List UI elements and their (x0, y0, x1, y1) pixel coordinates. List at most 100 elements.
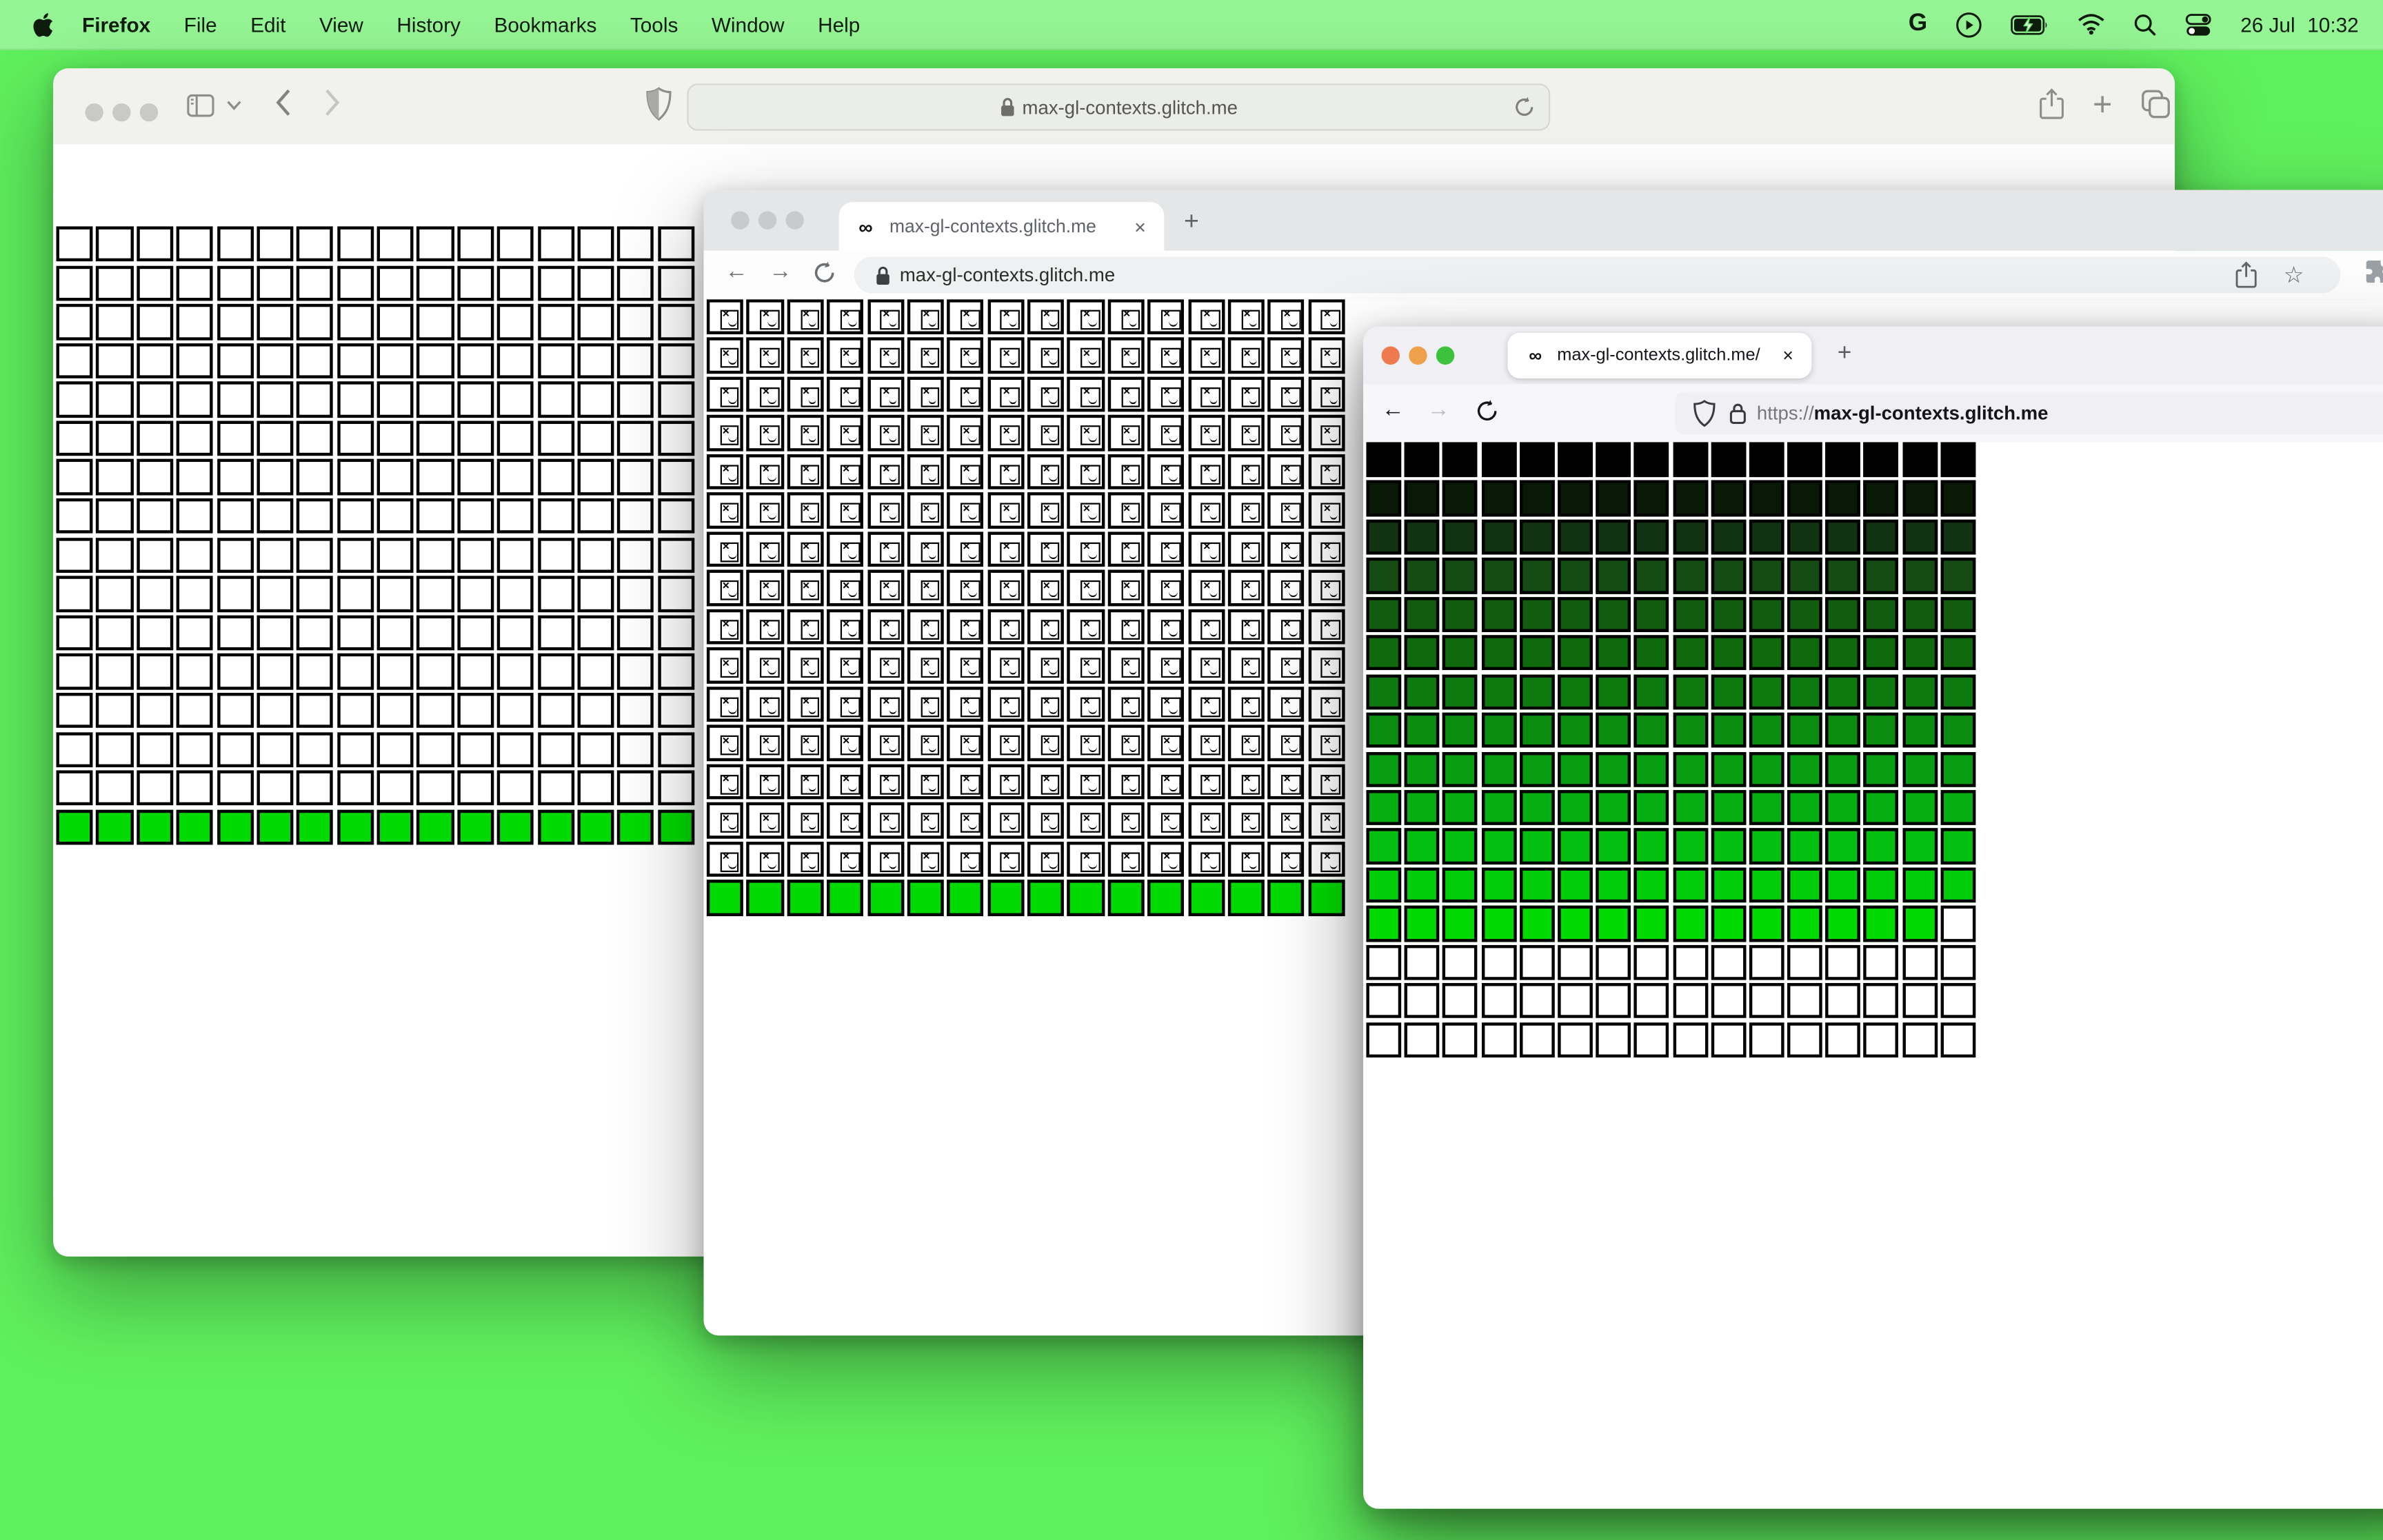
gl-cell (336, 304, 374, 340)
gl-cell (1596, 867, 1631, 903)
gl-cell (1825, 829, 1861, 864)
zoom-window-button[interactable] (785, 211, 804, 230)
menu-help[interactable]: Help (801, 13, 877, 36)
firefox-active-tab[interactable]: ∞ max-gl-contexts.glitch.me/ × (1507, 332, 1812, 378)
gl-cell: × (1147, 609, 1185, 645)
menu-edit[interactable]: Edit (234, 13, 303, 36)
gl-cell (1366, 480, 1402, 516)
back-button[interactable] (275, 88, 292, 117)
sidebar-toggle-icon[interactable] (187, 94, 214, 117)
menu-history[interactable]: History (380, 13, 477, 36)
gl-cell (56, 537, 93, 573)
control-center-icon[interactable] (2186, 13, 2211, 36)
close-window-button[interactable] (85, 103, 103, 122)
gl-cell (1825, 944, 1861, 980)
menu-file[interactable]: File (167, 13, 233, 36)
spotlight-search-icon[interactable] (2134, 13, 2157, 36)
gl-cell (1902, 983, 1938, 1019)
gl-cell (296, 304, 334, 340)
lock-icon[interactable] (1729, 403, 1746, 424)
gl-cell (217, 421, 254, 456)
gl-cell (1404, 442, 1440, 478)
bookmark-star-icon[interactable]: ☆ (2284, 261, 2304, 288)
gl-cell: × (907, 841, 944, 877)
back-button[interactable]: ← (1382, 396, 1405, 422)
chrome-active-tab[interactable]: ∞ max-gl-contexts.glitch.me × (838, 202, 1165, 251)
gl-cell (657, 498, 694, 534)
minimize-window-button[interactable] (112, 103, 131, 122)
gl-cell (1940, 829, 1975, 864)
menu-tools[interactable]: Tools (614, 13, 695, 36)
broken-image-icon: × (840, 811, 860, 833)
firefox-url-field[interactable]: https://max-gl-contexts.glitch.me (1674, 392, 2383, 435)
menu-window[interactable]: Window (695, 13, 801, 36)
gl-cell: × (947, 415, 985, 452)
gl-cell (56, 459, 93, 496)
forward-button[interactable] (323, 88, 340, 117)
broken-image-icon: × (1241, 733, 1260, 756)
broken-image-icon: × (800, 578, 820, 601)
extensions-puzzle-icon[interactable] (2365, 259, 2383, 284)
back-button[interactable]: ← (725, 259, 747, 284)
gl-cell (416, 498, 454, 534)
tracking-shield-icon[interactable] (1693, 400, 1716, 427)
play-status-icon[interactable] (1956, 11, 1982, 37)
share-icon[interactable] (2040, 88, 2064, 120)
gl-cell (1404, 867, 1440, 903)
share-icon[interactable] (2235, 261, 2256, 289)
gl-cell (1442, 596, 1478, 633)
minimize-window-button[interactable] (758, 211, 777, 230)
new-tab-plus-icon[interactable]: + (2093, 88, 2112, 121)
tab-close-icon[interactable]: × (1134, 215, 1146, 238)
gl-cell (296, 421, 334, 456)
gl-cell (537, 615, 574, 651)
close-window-button[interactable] (1381, 346, 1400, 365)
gl-cell: × (1227, 764, 1265, 800)
close-window-button[interactable] (731, 211, 750, 230)
tab-close-icon[interactable]: × (1782, 345, 1793, 366)
minimize-window-button[interactable] (1409, 346, 1427, 365)
privacy-shield-icon[interactable] (646, 87, 672, 122)
gl-cell (497, 654, 534, 690)
new-tab-button[interactable]: + (1838, 341, 1852, 368)
refresh-icon[interactable] (1514, 96, 1535, 119)
gl-cell (497, 265, 534, 301)
broken-image-icon: × (1040, 424, 1060, 446)
menu-app-name[interactable]: Firefox (66, 13, 168, 36)
reload-button[interactable] (813, 261, 836, 284)
new-tab-button[interactable]: + (1184, 207, 1199, 237)
wifi-icon[interactable] (2078, 14, 2105, 35)
gl-cell (416, 226, 454, 262)
broken-image-icon: × (1001, 540, 1020, 563)
gl-cell (1864, 1022, 1899, 1057)
gl-cell: × (907, 686, 944, 722)
zoom-window-button[interactable] (139, 103, 159, 122)
gl-cell (56, 654, 93, 690)
gl-cell (1027, 880, 1065, 916)
gl-cell (1442, 751, 1478, 787)
gl-cell (1749, 829, 1784, 864)
zoom-window-button[interactable] (1436, 346, 1455, 365)
gl-cell: × (1027, 376, 1065, 412)
forward-button[interactable]: → (769, 259, 792, 284)
battery-charging-icon[interactable] (2011, 14, 2049, 34)
gl-cell: × (1187, 802, 1225, 838)
menu-view[interactable]: View (303, 13, 380, 36)
gl-cell: × (867, 531, 904, 567)
apple-menu-icon[interactable] (30, 12, 66, 37)
forward-button[interactable]: → (1427, 396, 1450, 422)
tab-title: max-gl-contexts.glitch.me (889, 215, 1096, 237)
broken-image-icon: × (880, 307, 900, 330)
gl-cell (497, 809, 534, 845)
chrome-url-field[interactable]: max-gl-contexts.glitch.me ☆ (854, 256, 2341, 294)
google-status-icon[interactable]: G (1909, 10, 1927, 38)
safari-url-field[interactable]: max-gl-contexts.glitch.me (687, 83, 1551, 131)
gl-cell (577, 770, 614, 807)
menu-bookmarks[interactable]: Bookmarks (477, 13, 613, 36)
tab-overview-icon[interactable] (2142, 90, 2171, 119)
gl-cell (1404, 944, 1440, 980)
gl-cell (1825, 1022, 1861, 1057)
broken-image-icon: × (1241, 346, 1260, 369)
reload-button[interactable] (1476, 400, 1498, 423)
sidebar-chevron-down-icon[interactable] (226, 100, 241, 110)
